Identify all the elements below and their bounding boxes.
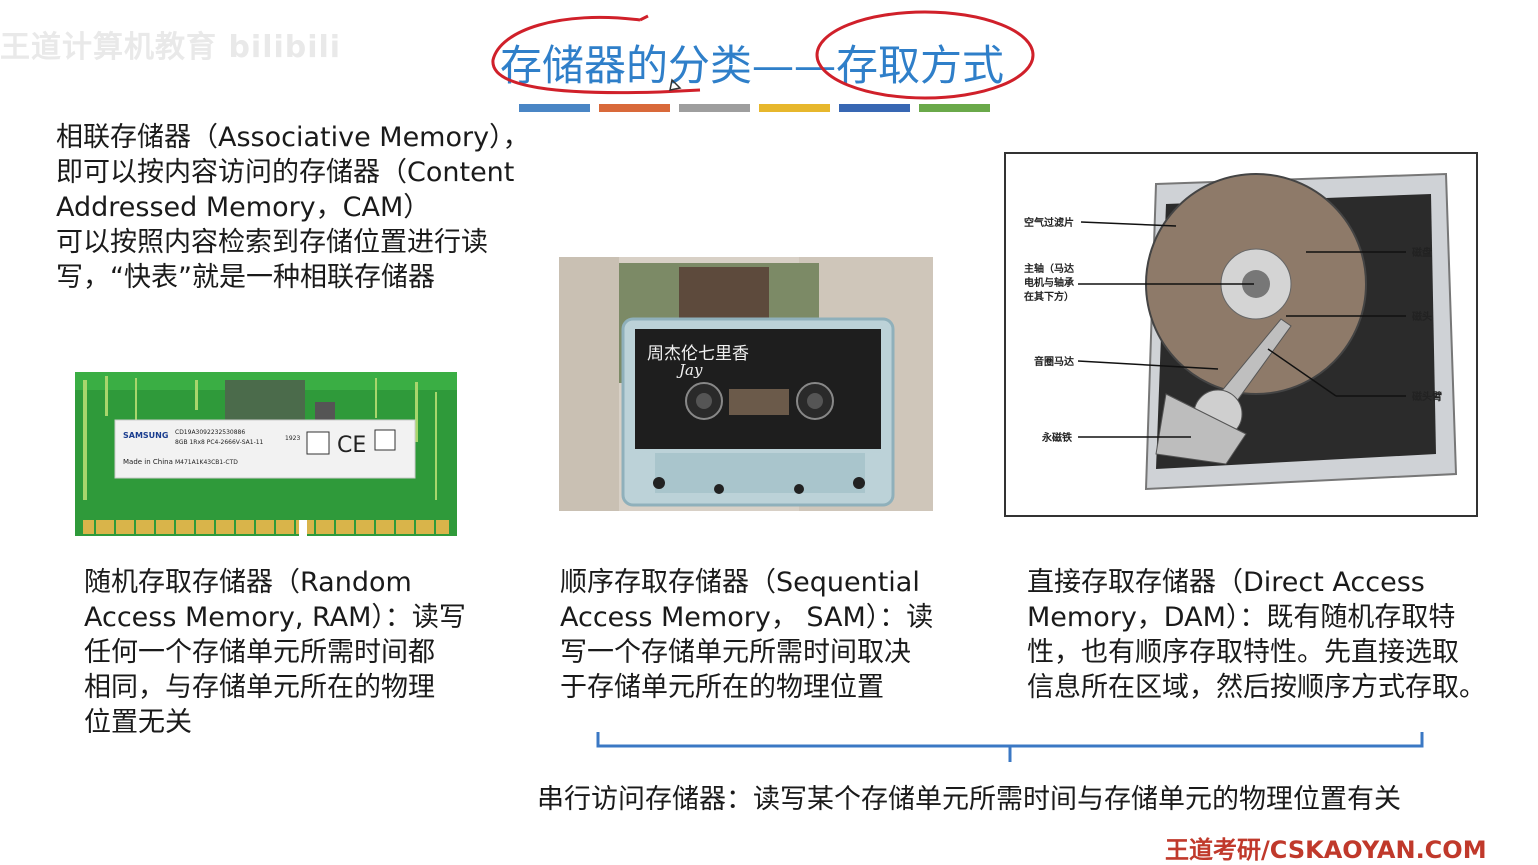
stripe-1 [519,104,590,112]
ram-module-image: SAMSUNG CD19A3092232530886 8GB 1Rx8 PC4-… [75,372,457,536]
cam-line-2: 即可以按内容访问的存储器（Content [56,157,515,188]
ram-brand: SAMSUNG [123,431,168,440]
hdd-label-head: 磁头 [1412,310,1432,323]
cassette-image: 周杰伦七里香 Jay [559,257,933,511]
cassette-signature: Jay [676,361,703,379]
sam-line-2: Access Memory， SAM）：读 [560,602,934,633]
stripe-5 [839,104,910,112]
sam-line-1: 顺序存取存储器（Sequential [560,567,920,598]
watermark: 王道计算机教育 bilibili [0,30,342,65]
dam-line-3: 性，也有顺序存取特性。先直接选取 [1027,637,1459,668]
cam-description: 相联存储器（Associative Memory）， 即可以按内容访问的存储器（… [56,120,546,295]
stripe-2 [599,104,670,112]
sam-description: 顺序存取存储器（Sequential Access Memory， SAM）：读… [560,565,980,705]
cassette-drawing: 周杰伦七里香 Jay [559,257,933,511]
serial-access-description: 串行访问存储器：读写某个存储单元所需时间与存储单元的物理位置有关 [537,784,1401,815]
cam-line-5: 写，“快表”就是一种相联存储器 [56,262,435,293]
hdd-drawing: 空气过滤片 主轴（马达 电机与轴承 在其下方） 音圈马达 永磁铁 磁盘 磁头 磁… [1024,172,1458,491]
title-right: 存取方式 [836,41,1005,90]
hdd-label-magnet: 永磁铁 [1041,431,1072,444]
hdd-label-air-filter: 空气过滤片 [1024,216,1074,229]
cam-line-1: 相联存储器（Associative Memory）， [56,122,530,153]
ram-line-3: 任何一个存储单元所需时间都 [84,637,435,668]
dam-line-2: Memory，DAM）：既有随机存取特 [1027,602,1456,633]
serial-brace [596,732,1424,762]
ram-label-3: M471A1K43CB1-CTD [175,459,238,466]
hdd-label-spindle-1: 主轴（马达 [1024,262,1074,275]
hdd-label-arm: 磁头臂 [1412,390,1442,403]
title-dash: —— [752,41,837,90]
dam-line-4: 信息所在区域，然后按顺序方式存取。 [1027,672,1486,703]
title-left: 存储器的分类 [500,41,753,90]
hdd-label-platter: 磁盘 [1412,246,1432,259]
stripe-6 [919,104,990,112]
dam-line-1: 直接存取存储器（Direct Access [1027,567,1425,598]
ram-module-drawing: SAMSUNG CD19A3092232530886 8GB 1Rx8 PC4-… [75,372,457,536]
title-color-stripes [519,104,990,112]
ram-line-4: 相同，与存储单元所在的物理 [84,672,435,703]
ram-description: 随机存取存储器（Random Access Memory, RAM）：读写 任何… [84,565,504,740]
dam-description: 直接存取存储器（Direct Access Memory，DAM）：既有随机存取… [1027,565,1527,705]
footer-logo: 王道考研/CSKAOYAN.COM [1165,836,1487,864]
cam-line-3: Addressed Memory，CAM） [56,192,431,223]
hdd-label-voice-coil: 音圈马达 [1034,355,1074,368]
sam-line-4: 于存储单元所在的物理位置 [560,672,884,703]
ram-label-1: CD19A3092232530886 [175,429,245,436]
hdd-label-spindle-3: 在其下方） [1024,290,1074,303]
cam-line-4: 可以按照内容检索到存储位置进行读 [56,227,488,258]
ram-code: 1923 [285,435,300,442]
hdd-label-spindle-2: 电机与轴承 [1024,276,1074,289]
slide-title: 存储器的分类——存取方式 [500,32,1004,93]
ram-line-1: 随机存取存储器（Random [84,567,412,598]
svg-text:CE: CE [337,433,366,458]
ram-label-2: 8GB 1Rx8 PC4-2666V-SA1-11 [175,439,264,446]
ram-line-5: 位置无关 [84,707,192,738]
stripe-4 [759,104,830,112]
hdd-diagram: 空气过滤片 主轴（马达 电机与轴承 在其下方） 音圈马达 永磁铁 磁盘 磁头 磁… [1004,152,1478,517]
ram-line-2: Access Memory, RAM）：读写 [84,602,466,633]
stripe-3 [679,104,750,112]
sam-line-3: 写一个存储单元所需时间取决 [560,637,911,668]
ram-made-in: Made in China [123,458,173,466]
